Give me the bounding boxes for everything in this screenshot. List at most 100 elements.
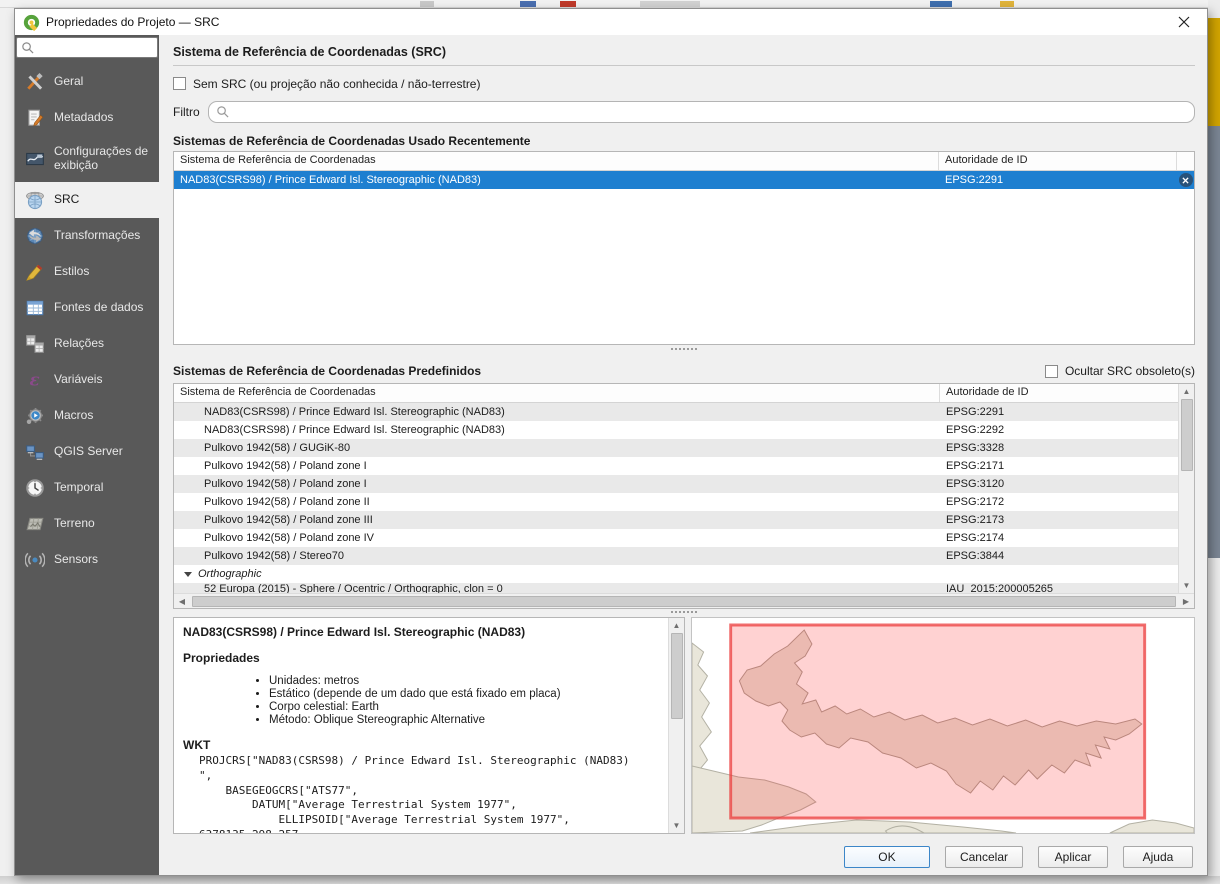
recent-crs-title: Sistemas de Referência de Coordenadas Us… bbox=[173, 134, 1195, 149]
toolbar-fragment bbox=[930, 1, 952, 7]
gear-play-icon bbox=[25, 406, 45, 426]
sidebar-item-sensors[interactable]: Sensors bbox=[15, 542, 159, 578]
toolbar-fragment bbox=[420, 1, 434, 7]
crs-row[interactable]: Pulkovo 1942(58) / Poland zone I EPSG:21… bbox=[174, 457, 1178, 475]
vertical-scrollbar[interactable]: ▲ ▼ bbox=[1178, 384, 1194, 593]
sidebar-search-input[interactable] bbox=[16, 37, 158, 58]
recent-crs-row-selected[interactable]: NAD83(CSRS98) / Prince Edward Isl. Stere… bbox=[174, 171, 1194, 189]
scrollbar-thumb[interactable] bbox=[1181, 399, 1193, 471]
page-title: Sistema de Referência de Coordenadas (SR… bbox=[173, 41, 1195, 66]
close-icon bbox=[1178, 16, 1190, 28]
src-settings-page: Sistema de Referência de Coordenadas (SR… bbox=[159, 35, 1207, 875]
crs-authority: EPSG:2171 bbox=[940, 460, 1178, 472]
sidebar-item-relacoes[interactable]: Relações bbox=[15, 326, 159, 362]
sidebar-item-geral[interactable]: Geral bbox=[15, 64, 159, 100]
crs-row[interactable]: Pulkovo 1942(58) / Poland zone IV EPSG:2… bbox=[174, 529, 1178, 547]
scroll-left-icon[interactable]: ◀ bbox=[174, 597, 190, 606]
crs-row[interactable]: Pulkovo 1942(58) / GUGiK-80 EPSG:3328 bbox=[174, 439, 1178, 457]
hide-deprecated-checkbox[interactable] bbox=[1045, 365, 1058, 378]
dialog-titlebar[interactable]: Propriedades do Projeto — SRC bbox=[15, 9, 1207, 35]
property-item: Método: Oblique Stereographic Alternativ… bbox=[269, 714, 664, 726]
sidebar-item-src[interactable]: SRC bbox=[15, 182, 159, 218]
column-header-authority[interactable]: Autoridade de ID bbox=[940, 384, 1178, 402]
horizontal-scrollbar[interactable]: ◀ ▶ bbox=[174, 593, 1194, 608]
crs-row[interactable]: Pulkovo 1942(58) / Poland zone II EPSG:2… bbox=[174, 493, 1178, 511]
crs-name: Pulkovo 1942(58) / GUGiK-80 bbox=[174, 442, 940, 454]
cancel-button[interactable]: Cancelar bbox=[945, 846, 1023, 868]
sidebar-item-label: Estilos bbox=[54, 265, 89, 279]
sidebar-item-qgis-server[interactable]: QGIS Server bbox=[15, 434, 159, 470]
column-header-remove bbox=[1177, 152, 1194, 170]
sidebar-item-estilos[interactable]: Estilos bbox=[15, 254, 159, 290]
no-crs-label: Sem SRC (ou projeção não conhecida / não… bbox=[193, 77, 480, 91]
data-table-icon bbox=[25, 298, 45, 318]
predefined-crs-title: Sistemas de Referência de Coordenadas Pr… bbox=[173, 364, 481, 378]
help-button[interactable]: Ajuda bbox=[1123, 846, 1193, 868]
sidebar-item-metadados[interactable]: Metadados bbox=[15, 100, 159, 136]
crs-row[interactable]: Pulkovo 1942(58) / Stereo70 EPSG:3844 bbox=[174, 547, 1178, 565]
crs-authority: EPSG:2291 bbox=[940, 406, 1178, 418]
sidebar-item-label: Configurações de exibição bbox=[54, 145, 155, 173]
scroll-up-icon[interactable]: ▲ bbox=[669, 618, 684, 633]
splitter-handle[interactable] bbox=[173, 609, 1195, 615]
crs-authority: EPSG:3328 bbox=[940, 442, 1178, 454]
property-item: Unidades: metros bbox=[269, 675, 664, 687]
sidebar-item-fontes-de-dados[interactable]: Fontes de dados bbox=[15, 290, 159, 326]
splitter-handle[interactable] bbox=[173, 345, 1195, 353]
crs-row[interactable]: NAD83(CSRS98) / Prince Edward Isl. Stere… bbox=[174, 403, 1178, 421]
scroll-down-icon[interactable]: ▼ bbox=[1179, 578, 1194, 593]
vertical-scrollbar[interactable]: ▲ ▼ bbox=[668, 618, 684, 833]
column-header-crs[interactable]: Sistema de Referência de Coordenadas bbox=[174, 384, 940, 402]
toolbar-fragment bbox=[640, 1, 700, 7]
recent-crs-authority: EPSG:2291 bbox=[939, 174, 1177, 186]
no-crs-checkbox[interactable] bbox=[173, 77, 186, 90]
server-icon bbox=[25, 442, 45, 462]
signal-icon bbox=[25, 550, 45, 570]
apply-button[interactable]: Aplicar bbox=[1038, 846, 1108, 868]
extent-map-svg bbox=[692, 618, 1194, 833]
crs-row[interactable]: Pulkovo 1942(58) / Poland zone I EPSG:31… bbox=[174, 475, 1178, 493]
scrollbar-thumb[interactable] bbox=[192, 596, 1176, 607]
recent-crs-name: NAD83(CSRS98) / Prince Edward Isl. Stere… bbox=[174, 174, 939, 186]
crs-name: NAD83(CSRS98) / Prince Edward Isl. Stere… bbox=[174, 406, 940, 418]
scroll-down-icon[interactable]: ▼ bbox=[669, 818, 684, 833]
wkt-heading: WKT bbox=[183, 738, 664, 752]
background-gold-panel bbox=[1208, 18, 1220, 126]
sidebar-item-configuracoes-exibicao[interactable]: Configurações de exibição bbox=[15, 136, 159, 182]
sidebar-item-variaveis[interactable]: ε Variáveis bbox=[15, 362, 159, 398]
remove-recent-crs-button[interactable] bbox=[1179, 173, 1193, 187]
crs-name: Pulkovo 1942(58) / Poland zone II bbox=[174, 496, 940, 508]
crs-authority: EPSG:2174 bbox=[940, 532, 1178, 544]
sidebar-item-label: Temporal bbox=[54, 481, 103, 495]
ok-button[interactable]: OK bbox=[844, 846, 930, 868]
crs-filter-input[interactable] bbox=[208, 101, 1195, 123]
window-title: Propriedades do Projeto — SRC bbox=[46, 15, 219, 29]
sidebar-item-label: Relações bbox=[54, 337, 104, 351]
crs-group-row-orthographic[interactable]: Orthographic bbox=[174, 565, 1178, 583]
filter-label: Filtro bbox=[173, 105, 200, 119]
crs-row[interactable]: NAD83(CSRS98) / Prince Edward Isl. Stere… bbox=[174, 421, 1178, 439]
scrollbar-thumb[interactable] bbox=[671, 633, 683, 719]
column-header-crs[interactable]: Sistema de Referência de Coordenadas bbox=[174, 152, 939, 170]
sidebar-item-label: SRC bbox=[54, 193, 79, 207]
sidebar-item-temporal[interactable]: Temporal bbox=[15, 470, 159, 506]
column-header-authority[interactable]: Autoridade de ID bbox=[939, 152, 1177, 170]
sidebar-item-terreno[interactable]: Terreno bbox=[15, 506, 159, 542]
crs-row[interactable]: Pulkovo 1942(58) / Poland zone III EPSG:… bbox=[174, 511, 1178, 529]
sidebar-item-macros[interactable]: Macros bbox=[15, 398, 159, 434]
crs-authority: EPSG:2292 bbox=[940, 424, 1178, 436]
search-icon bbox=[21, 41, 34, 54]
sidebar-item-label: Metadados bbox=[54, 111, 113, 125]
map-view-icon bbox=[25, 149, 45, 169]
collapse-triangle-icon[interactable] bbox=[184, 572, 192, 577]
crs-authority: EPSG:2172 bbox=[940, 496, 1178, 508]
sidebar-item-label: Transformações bbox=[54, 229, 140, 243]
crs-row-partial[interactable]: 52 Europa (2015) - Sphere / Ocentric / O… bbox=[174, 583, 1178, 593]
crs-name: 52 Europa (2015) - Sphere / Ocentric / O… bbox=[174, 583, 940, 593]
background-panel-strip bbox=[1208, 0, 1220, 884]
scroll-up-icon[interactable]: ▲ bbox=[1179, 384, 1194, 399]
window-close-button[interactable] bbox=[1169, 11, 1199, 33]
scroll-right-icon[interactable]: ▶ bbox=[1178, 597, 1194, 606]
sidebar-item-transformacoes[interactable]: Transformações bbox=[15, 218, 159, 254]
crs-group-label: Orthographic bbox=[198, 568, 1178, 580]
